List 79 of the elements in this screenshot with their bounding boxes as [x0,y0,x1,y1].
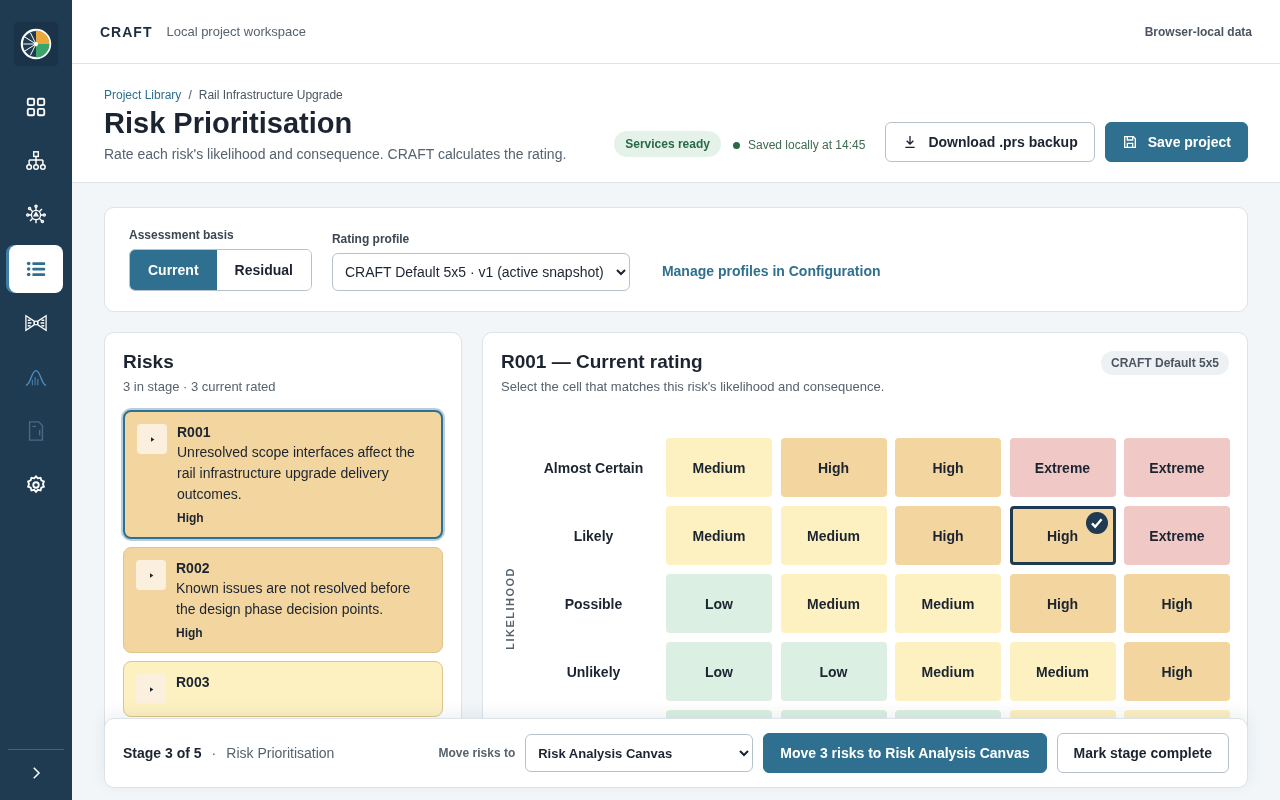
page-title: Risk Prioritisation [104,106,354,140]
risk-rating: High [176,626,204,640]
row-label: Possible [563,594,624,614]
matrix-cell[interactable]: Medium [895,642,1001,701]
profile-select[interactable]: CRAFT Default 5x5 · v1 (active snapshot) [331,253,630,291]
separator: · [211,745,217,761]
matrix-cell[interactable]: High [895,438,1001,497]
field-label: Move risks to [438,746,516,760]
grid-icon [25,96,47,118]
matrix-cell[interactable] [1009,710,1116,718]
matrix-cell[interactable] [895,710,1001,718]
matrix-cell[interactable]: Extreme [1124,438,1230,497]
target-select[interactable]: Risk Analysis Canvas [525,734,754,772]
download-button[interactable]: Download .prs backup [885,122,1095,162]
risk-id: R002 [176,560,211,576]
matrix-cell[interactable]: Medium [666,438,772,497]
app-subtitle: Local project workspace [166,24,306,39]
stage-name: Risk Prioritisation [226,745,335,761]
matrix-cell[interactable] [780,710,887,718]
matrix-cell[interactable]: Low [666,574,772,633]
save-status: Saved locally at 14:45 [747,138,866,152]
matrix-cell[interactable]: Low [666,642,772,701]
breadcrumb-link[interactable]: Project Library [104,88,182,102]
panel-title: Risks [123,351,175,373]
risk-card[interactable]: R002 Known issues are not resolved before the design phase decision points. High [123,547,443,653]
save-icon [1121,134,1138,150]
profile-badge: CRAFT Default 5x5 [1100,351,1229,375]
save-button[interactable]: Save project [1104,122,1248,162]
matrix-cell[interactable]: Medium [780,506,887,565]
panel-title: R001 — Current rating [501,351,704,373]
bowtie-icon [25,312,47,334]
complete-button[interactable]: Mark stage complete [1056,733,1229,773]
move-risks-button[interactable]: Move 3 risks to Risk Analysis Canvas [763,733,1047,773]
segment-option[interactable]: Current [130,250,217,290]
status-badge: Services ready [614,131,721,157]
risk-summary: 3 in stage · 3 current rated [123,379,277,394]
risk-card[interactable]: R003 [123,661,443,717]
matrix-cell[interactable]: Extreme [1009,438,1116,497]
matrix-cell[interactable]: High [1009,506,1116,565]
row-label: Almost Certain [542,458,645,478]
settings-icon [25,474,47,496]
hierarchy-icon [25,150,47,172]
data-note: Browser-local data [1144,24,1252,39]
matrix-cell[interactable]: High [780,438,887,497]
page-description: Rate each risk's likelihood and consequence. CRAFT calculates the rating. [104,146,568,162]
field-label: Assessment basis [129,228,235,242]
matrix-cell[interactable] [666,710,772,718]
matrix-cell[interactable]: High [1009,574,1116,633]
matrix-cell[interactable]: Medium [1009,642,1116,701]
matrix-cell[interactable] [1124,710,1230,718]
risk-card[interactable]: R001 Unresolved scope interfaces affect the rail infrastructure upgrade delivery outcomes. High [123,410,443,539]
matrix-cell[interactable]: High [895,506,1001,565]
matrix-cell[interactable]: Medium [780,574,887,633]
logo-icon [19,27,53,61]
check-icon [1085,512,1108,534]
matrix-cell[interactable]: Low [780,642,887,701]
risk-description: Known issues are not resolved before the design phase decision points. [176,579,412,619]
matrix-cell[interactable]: Medium [666,506,772,565]
row-label: Likely [572,526,615,546]
stage-counter: Stage 3 of 5 [123,745,202,761]
matrix-cell[interactable]: Extreme [1124,506,1230,565]
row-label: Unlikely [565,662,622,682]
field-label: Rating profile [331,232,411,246]
matrix-cell[interactable]: High [1124,642,1230,701]
axis-label: LIKELIHOOD [504,566,516,650]
manage-profiles-link[interactable]: Manage profiles in Configuration [661,263,881,279]
risk-id: R003 [176,674,210,690]
breadcrumb-separator: / [188,88,192,102]
risk-description: Unresolved scope interfaces affect the rail infrastructure upgrade delivery outcomes. [177,443,416,504]
matrix-cell[interactable]: High [1124,574,1230,633]
panel-subtitle: Select the cell that matches this risk's likelihood and consequence. [501,379,885,394]
nav-item[interactable] [9,245,63,293]
matrix-cell[interactable]: Medium [895,574,1001,633]
risk-id: R001 [177,424,212,440]
risk-rating: High [177,511,205,525]
brand-name: CRAFT [100,23,153,40]
network-icon [25,204,47,226]
breadcrumb-current: Rail Infrastructure Upgrade [198,88,343,102]
status-dot [732,141,740,149]
